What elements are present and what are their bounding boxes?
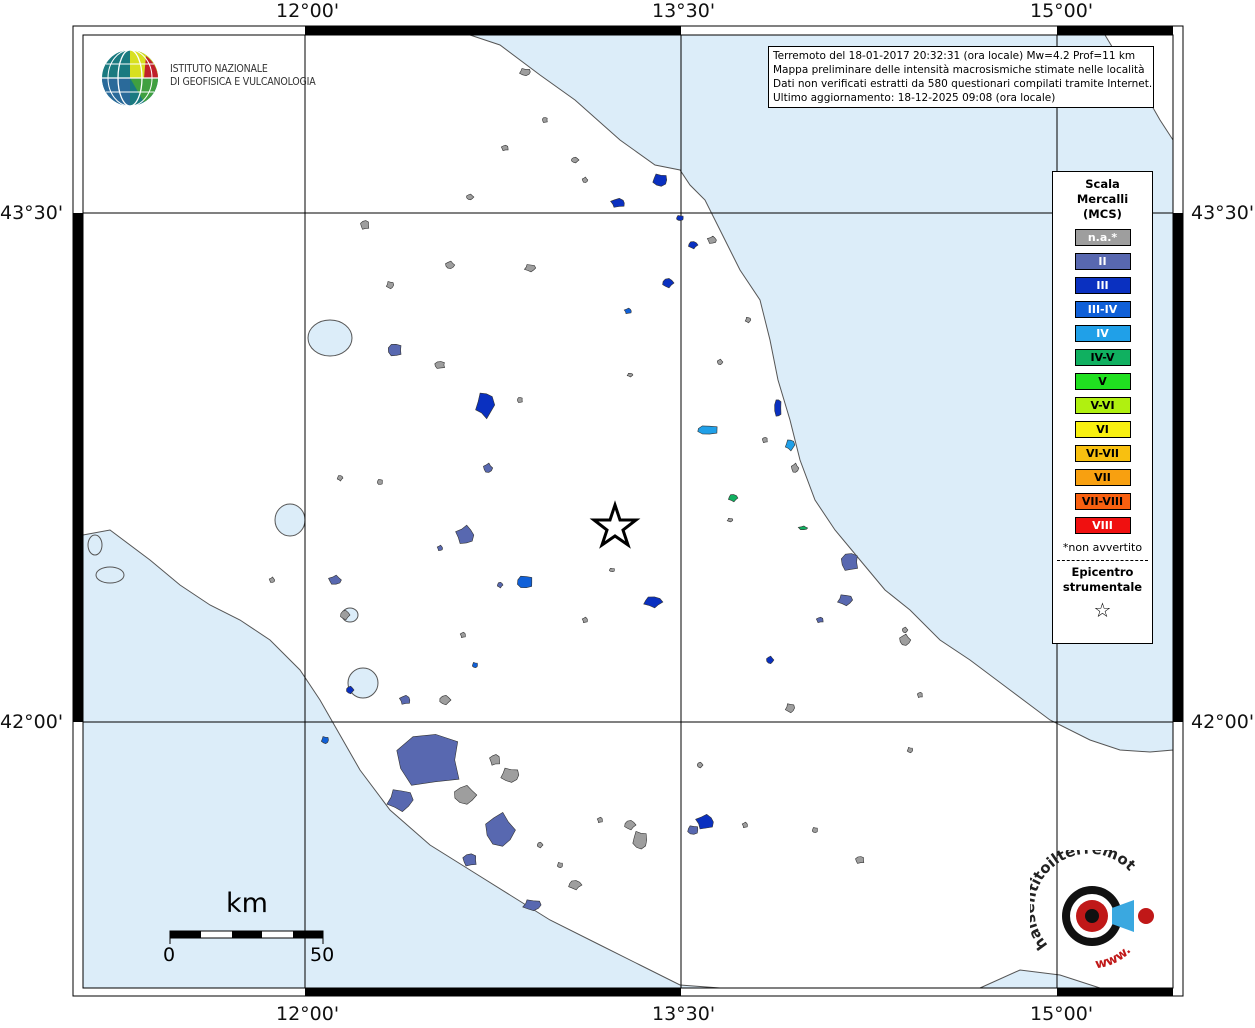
scalebar-unit: km <box>226 888 268 919</box>
legend-item-5: IV-V <box>1074 349 1131 366</box>
scalebar-end: 50 <box>310 944 335 966</box>
lake-trasimeno <box>307 319 353 357</box>
legend-epicenter-label: Epicentro strumentale <box>1053 565 1152 595</box>
logo-line-1: ISTITUTO NAZIONALE <box>170 63 268 75</box>
lake-small-2 <box>87 534 103 556</box>
info-line-1: Terremoto del 18-01-2017 20:32:31 (ora l… <box>773 50 1136 62</box>
info-line-4: Ultimo aggiornamento: 18-12-2025 09:08 (… <box>773 92 1056 104</box>
lon-label-bottom-12: 12°00' <box>276 1003 340 1025</box>
lon-label-top-15: 15°00' <box>1030 0 1094 22</box>
legend-item-8: VI <box>1074 421 1131 438</box>
municipality-patch <box>774 399 782 417</box>
globe-icon <box>102 49 158 107</box>
legend-item-1: II <box>1074 253 1131 270</box>
municipality-patch <box>517 397 523 403</box>
legend-star-icon: ☆ <box>1093 598 1112 622</box>
legend-item-12: VIII <box>1074 517 1131 534</box>
legend-note: *non avvertito <box>1062 541 1143 554</box>
lat-label-left-4330: 43°30' <box>0 202 64 224</box>
lake-bolsena <box>274 503 306 537</box>
lat-label-right-4330: 43°30' <box>1191 202 1255 224</box>
municipality-patch <box>434 361 445 369</box>
lake-small-1 <box>95 566 125 584</box>
haisentito-logo: haisentitoilterremoto.it www. <box>1020 836 1170 980</box>
municipality-patch <box>471 662 478 669</box>
lat-label-left-42: 42°00' <box>0 711 64 733</box>
legend-epicenter-line-1: Epicentro <box>1071 565 1134 579</box>
lon-label-bottom-15: 15°00' <box>1030 1003 1094 1025</box>
municipality-patch <box>697 425 718 435</box>
legend-items: n.a.* II III III-IV IV IV-V V V-VI VI VI-VII VII VI… <box>1053 229 1152 534</box>
legend-title-line-1: Scala <box>1085 177 1120 191</box>
legend-item-7: V-VI <box>1074 397 1131 414</box>
legend-item-11: VII-VIII <box>1074 493 1131 510</box>
mcs-legend: Scala Mercalli (MCS) n.a.* II III III-IV IV I… <box>1052 171 1153 644</box>
lake-bracciano <box>347 667 379 699</box>
municipality-patch <box>517 575 533 589</box>
municipality-patch <box>676 215 684 221</box>
lat-label-right-42: 42°00' <box>1191 711 1255 733</box>
municipality-patch <box>377 479 383 485</box>
municipality-patch <box>542 117 548 123</box>
municipality-patch <box>387 343 402 357</box>
municipality-patch <box>840 553 858 571</box>
legend-item-10: VII <box>1074 469 1131 486</box>
legend-epicenter-line-2: strumentale <box>1062 580 1143 594</box>
haisentito-www: www. <box>1094 943 1134 972</box>
ingv-logo: ISTITUTO NAZIONALE DI GEOFISICA E VULCAN… <box>100 46 320 110</box>
lon-label-top-1330: 13°30' <box>652 0 716 22</box>
legend-item-2: III <box>1074 277 1131 294</box>
lon-label-top-12: 12°00' <box>276 0 340 22</box>
municipality-patch <box>761 437 768 443</box>
municipality-patch <box>855 856 865 864</box>
legend-title-line-3: (MCS) <box>1083 207 1122 221</box>
legend-separator <box>1057 560 1148 561</box>
legend-item-4: IV <box>1074 325 1131 342</box>
municipality-patch <box>811 827 818 833</box>
logo-line-2: DI GEOFISICA E VULCANOLOGIA <box>170 76 316 88</box>
lon-label-bottom-1330: 13°30' <box>652 1003 716 1025</box>
legend-item-9: VI-VII <box>1074 445 1131 462</box>
legend-item-6: V <box>1074 373 1131 390</box>
legend-title: Scala Mercalli (MCS) <box>1053 177 1152 222</box>
municipality-patch <box>916 691 923 698</box>
municipality-patch <box>556 862 563 869</box>
legend-title-line-2: Mercalli <box>1076 192 1129 206</box>
info-line-3: Dati non verificati estratti da 580 ques… <box>773 78 1153 90</box>
municipality-patch <box>609 567 615 573</box>
municipality-patch <box>687 825 699 835</box>
scalebar-start: 0 <box>163 944 176 966</box>
ingv-logo-text: ISTITUTO NAZIONALE DI GEOFISICA E VULCAN… <box>170 63 316 89</box>
legend-item-0: n.a.* <box>1074 229 1131 246</box>
earthquake-info-box: Terremoto del 18-01-2017 20:32:31 (ora l… <box>768 46 1154 108</box>
svg-text:www.: www. <box>1094 943 1134 972</box>
info-line-2: Mappa preliminare delle intensità macros… <box>773 64 1145 76</box>
legend-item-3: III-IV <box>1074 301 1131 318</box>
haisentito-emblem-icon: haisentitoilterremoto.it www. <box>1020 836 1154 972</box>
